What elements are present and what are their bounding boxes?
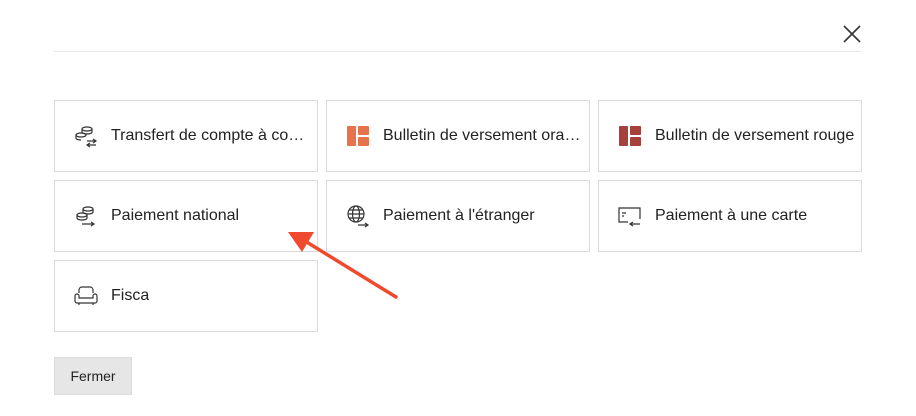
tile-label: Paiement à une carte xyxy=(655,207,808,224)
tile-label: Transfert de compte à compte xyxy=(111,127,311,144)
armchair-icon xyxy=(73,283,99,309)
tile-paiement-national[interactable]: Paiement national xyxy=(54,180,318,252)
tile-bulletin-orange[interactable]: Bulletin de versement orange xyxy=(326,100,590,172)
card-arrow-icon xyxy=(617,203,643,229)
tile-label: Bulletin de versement rouge xyxy=(655,127,855,144)
tile-label: Bulletin de versement orange xyxy=(383,127,583,144)
payment-type-grid: Transfert de compte à compte Bulletin de… xyxy=(54,100,862,332)
globe-arrow-icon xyxy=(345,203,371,229)
tile-label: Paiement national xyxy=(111,207,240,224)
tile-fisca[interactable]: Fisca xyxy=(54,260,318,332)
close-icon[interactable] xyxy=(840,22,864,46)
layout-orange-icon xyxy=(345,123,371,149)
header-divider xyxy=(54,51,862,52)
coins-transfer-icon xyxy=(73,123,99,149)
tile-transfert-compte[interactable]: Transfert de compte à compte xyxy=(54,100,318,172)
tile-label: Paiement à l'étranger xyxy=(383,207,535,224)
coins-arrow-icon xyxy=(73,203,99,229)
tile-bulletin-rouge[interactable]: Bulletin de versement rouge xyxy=(598,100,862,172)
fermer-button[interactable]: Fermer xyxy=(54,357,132,395)
tile-paiement-etranger[interactable]: Paiement à l'étranger xyxy=(326,180,590,252)
layout-red-icon xyxy=(617,123,643,149)
tile-label: Fisca xyxy=(111,287,150,304)
tile-paiement-carte[interactable]: Paiement à une carte xyxy=(598,180,862,252)
